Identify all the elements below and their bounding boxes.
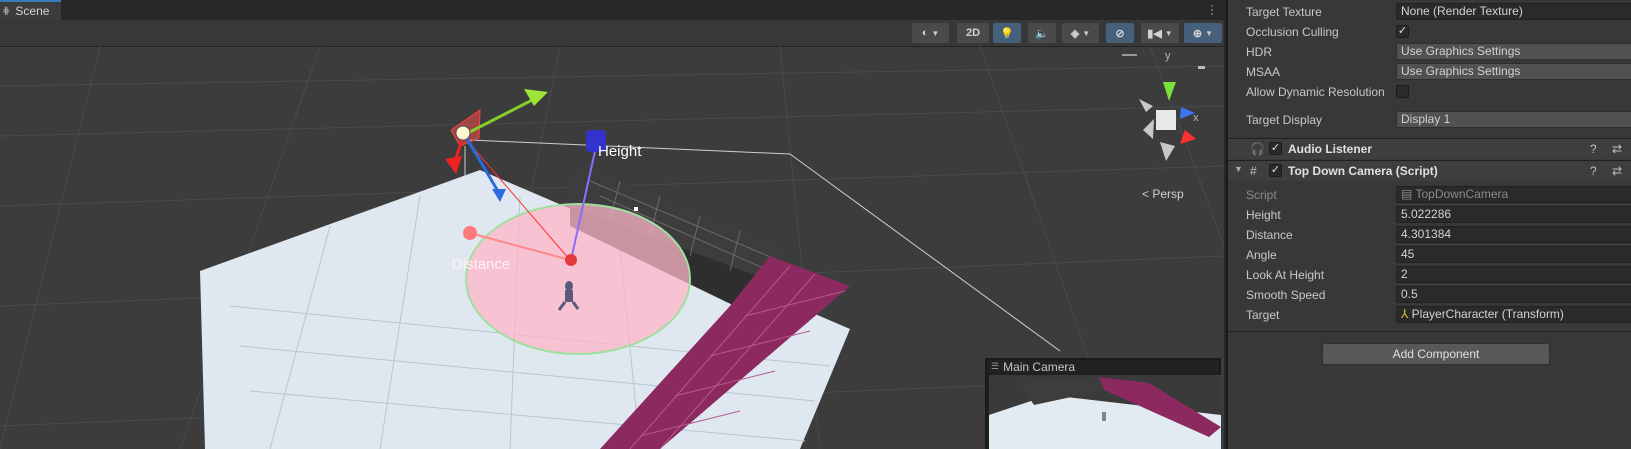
audio-listener-title: Audio Listener	[1288, 142, 1373, 156]
gizmo-axis-x-label: x	[1193, 112, 1199, 124]
distance-label: Distance	[1246, 228, 1293, 242]
dynamic-resolution-label: Allow Dynamic Resolution	[1246, 85, 1385, 99]
occlusion-culling-label: Occlusion Culling	[1246, 25, 1339, 39]
target-label: Target	[1246, 308, 1280, 322]
distance-handle-label: Distance	[452, 256, 511, 273]
camera-preview: ☰ Main Camera	[985, 358, 1221, 449]
effects-button[interactable]: ◈ ▼	[1062, 23, 1099, 43]
scene-grid-icon: ⋕	[2, 5, 11, 17]
audio-listener-header[interactable]: 🎧 ✓ Audio Listener ? ⇄	[1228, 138, 1631, 159]
target-display-label: Target Display	[1246, 113, 1323, 127]
occlusion-culling-row: Occlusion Culling ✓	[1228, 22, 1631, 42]
hdr-label: HDR	[1246, 45, 1272, 59]
help-icon[interactable]: ?	[1590, 142, 1597, 156]
inspector-panel: Target Texture None (Render Texture) Occ…	[1226, 0, 1631, 449]
occlusion-culling-checkbox[interactable]: ✓	[1396, 25, 1409, 38]
tab-scene[interactable]: ⋕ Scene	[0, 0, 61, 20]
transform-icon: ⅄	[1401, 307, 1412, 321]
target-texture-label: Target Texture	[1246, 5, 1322, 19]
foldout-arrow-icon[interactable]: ▼	[1234, 164, 1243, 174]
scene-view: ⋕ Scene ··· ◐▼ 2D 💡 🔈 ◈▼ ⊘ ▮◀▼ ⊕▼	[0, 0, 1224, 449]
gizmo-axis-y-label: y	[1165, 50, 1171, 62]
script-field: ▤ TopDownCamera	[1396, 186, 1631, 203]
smooth-speed-row: Smooth Speed 0.5	[1228, 285, 1631, 305]
script-hash-icon: #	[1250, 164, 1257, 178]
layers-icon: ◈	[1070, 27, 1080, 40]
headphones-icon: 🎧	[1250, 142, 1265, 156]
video-camera-icon: ▮◀	[1147, 27, 1162, 40]
dynamic-resolution-checkbox[interactable]	[1396, 85, 1409, 98]
chevron-down-icon: ▼	[1205, 28, 1214, 38]
target-texture-row: Target Texture None (Render Texture)	[1228, 2, 1631, 22]
target-field[interactable]: ⅄ PlayerCharacter (Transform)	[1396, 306, 1631, 323]
kebab-menu-icon[interactable]: · · ·	[1210, 0, 1214, 19]
msaa-row: MSAA Use Graphics Settings	[1228, 62, 1631, 82]
camera-preview-title: Main Camera	[1003, 359, 1076, 374]
camera-preview-render	[989, 375, 1221, 449]
eye-slash-icon: ⊘	[1115, 27, 1125, 40]
height-handle-label: Height	[598, 143, 642, 160]
smooth-speed-label: Smooth Speed	[1246, 288, 1326, 302]
msaa-label: MSAA	[1246, 65, 1281, 79]
smooth-speed-field[interactable]: 0.5	[1396, 286, 1631, 303]
settings-sliders-icon[interactable]: ⇄	[1612, 164, 1622, 178]
tab-bar: ⋕ Scene · · ·	[0, 0, 1224, 20]
lightbulb-icon: 💡	[1000, 27, 1014, 40]
top-down-camera-title: Top Down Camera (Script)	[1288, 164, 1438, 178]
tab-scene-label: Scene	[15, 4, 50, 18]
divider	[1228, 331, 1631, 332]
target-texture-field[interactable]: None (Render Texture)	[1396, 3, 1631, 20]
target-display-row: Target Display Display 1	[1228, 110, 1631, 130]
gizmos-button[interactable]: ⊕ ▼	[1184, 23, 1222, 43]
msaa-dropdown[interactable]: Use Graphics Settings	[1396, 63, 1631, 80]
globe-icon: ⊕	[1192, 27, 1203, 40]
chevron-down-icon: ▼	[1164, 28, 1173, 38]
shading-sphere-icon: ◐	[921, 27, 929, 39]
distance-row: Distance 4.301384	[1228, 225, 1631, 245]
script-file-icon: ▤	[1401, 187, 1416, 201]
chevron-down-icon: ▼	[931, 28, 940, 38]
audio-listener-enabled-checkbox[interactable]: ✓	[1269, 142, 1282, 155]
look-at-height-row: Look At Height 2	[1228, 265, 1631, 285]
perspective-label: Persp	[1152, 187, 1184, 201]
add-component-button[interactable]: Add Component	[1322, 343, 1550, 365]
look-at-height-field[interactable]: 2	[1396, 266, 1631, 283]
angle-label: Angle	[1246, 248, 1277, 262]
script-row: Script ▤ TopDownCamera	[1228, 185, 1631, 205]
height-label: Height	[1246, 208, 1281, 222]
scene-toolbar: ◐ ▼ 2D 💡 🔈 ◈ ▼ ⊘ ▮◀ ▼ ⊕ ▼	[0, 20, 1224, 47]
perspective-toggle[interactable]: < Persp	[1142, 187, 1184, 201]
angle-row: Angle 45	[1228, 245, 1631, 265]
hdr-dropdown[interactable]: Use Graphics Settings	[1396, 43, 1631, 60]
toggle-2d-button[interactable]: 2D	[957, 23, 989, 43]
target-field-value: PlayerCharacter (Transform)	[1411, 307, 1564, 321]
target-row: Target ⅄ PlayerCharacter (Transform)	[1228, 305, 1631, 325]
height-row: Height 5.022286	[1228, 205, 1631, 225]
dynamic-resolution-row: Allow Dynamic Resolution	[1228, 82, 1631, 102]
top-down-camera-enabled-checkbox[interactable]: ✓	[1269, 164, 1282, 177]
angle-field[interactable]: 45	[1396, 246, 1631, 263]
audio-toggle-button[interactable]: 🔈	[1028, 23, 1056, 43]
camera-preview-header: ☰ Main Camera	[987, 359, 1219, 374]
hidden-objects-toggle-button[interactable]: ⊘	[1106, 23, 1134, 43]
help-icon[interactable]: ?	[1590, 164, 1597, 178]
hdr-row: HDR Use Graphics Settings	[1228, 42, 1631, 62]
chevron-down-icon: ▼	[1082, 28, 1091, 38]
target-display-dropdown[interactable]: Display 1	[1396, 111, 1631, 128]
look-at-height-label: Look At Height	[1246, 268, 1325, 282]
lighting-toggle-button[interactable]: 💡	[993, 23, 1021, 43]
shading-mode-button[interactable]: ◐ ▼	[912, 23, 949, 43]
drag-handle-icon: ☰	[991, 361, 1000, 371]
settings-sliders-icon[interactable]: ⇄	[1612, 142, 1622, 156]
height-field[interactable]: 5.022286	[1396, 206, 1631, 223]
distance-field[interactable]: 4.301384	[1396, 226, 1631, 243]
top-down-camera-header[interactable]: ▼ # ✓ Top Down Camera (Script) ? ⇄	[1228, 160, 1631, 181]
speaker-icon: 🔈	[1035, 27, 1049, 40]
camera-settings-button[interactable]: ▮◀ ▼	[1141, 23, 1179, 43]
script-label: Script	[1246, 188, 1277, 202]
script-field-value: TopDownCamera	[1415, 187, 1509, 201]
